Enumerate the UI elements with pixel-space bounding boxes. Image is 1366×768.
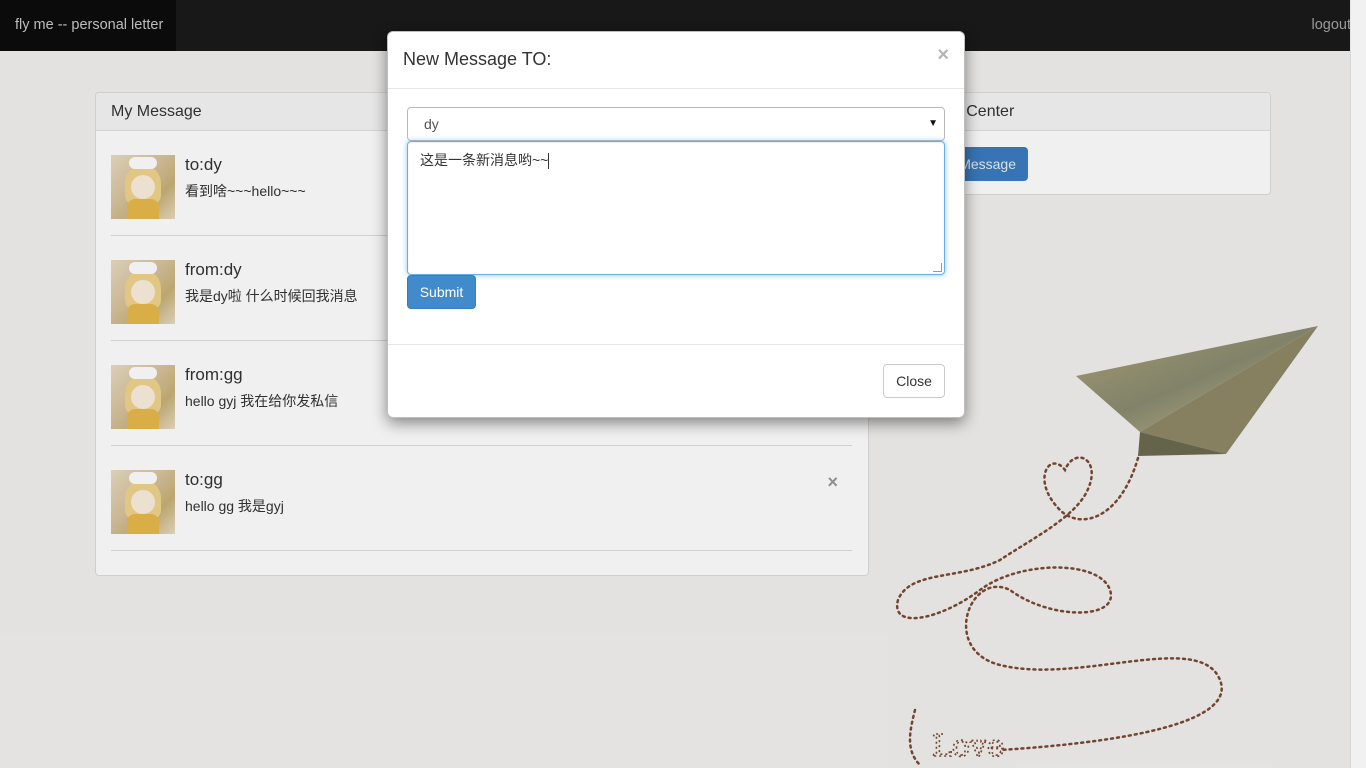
recipient-value: dy	[424, 116, 439, 132]
submit-button[interactable]: Submit	[407, 275, 476, 309]
page-scrollbar[interactable]	[1350, 0, 1366, 768]
chevron-down-icon: ▼	[928, 118, 938, 129]
close-button[interactable]: Close	[883, 364, 945, 398]
close-icon[interactable]: ×	[937, 44, 949, 67]
modal-footer: Close	[388, 344, 964, 419]
message-text: 这是一条新消息哟~~	[420, 152, 549, 168]
resize-handle-icon[interactable]	[933, 263, 942, 272]
brand-link[interactable]: fly me -- personal letter	[0, 0, 176, 51]
message-textarea[interactable]: 这是一条新消息哟~~	[407, 141, 945, 275]
logout-link[interactable]: logout	[1311, 0, 1351, 51]
new-message-dialog: New Message TO: × dy ▼ 这是一条新消息哟~~ Submit…	[387, 31, 965, 418]
modal-title: New Message TO:	[403, 49, 552, 69]
recipient-select[interactable]: dy ▼	[407, 107, 945, 141]
modal-header: New Message TO: ×	[388, 32, 964, 89]
text-cursor	[548, 153, 550, 170]
